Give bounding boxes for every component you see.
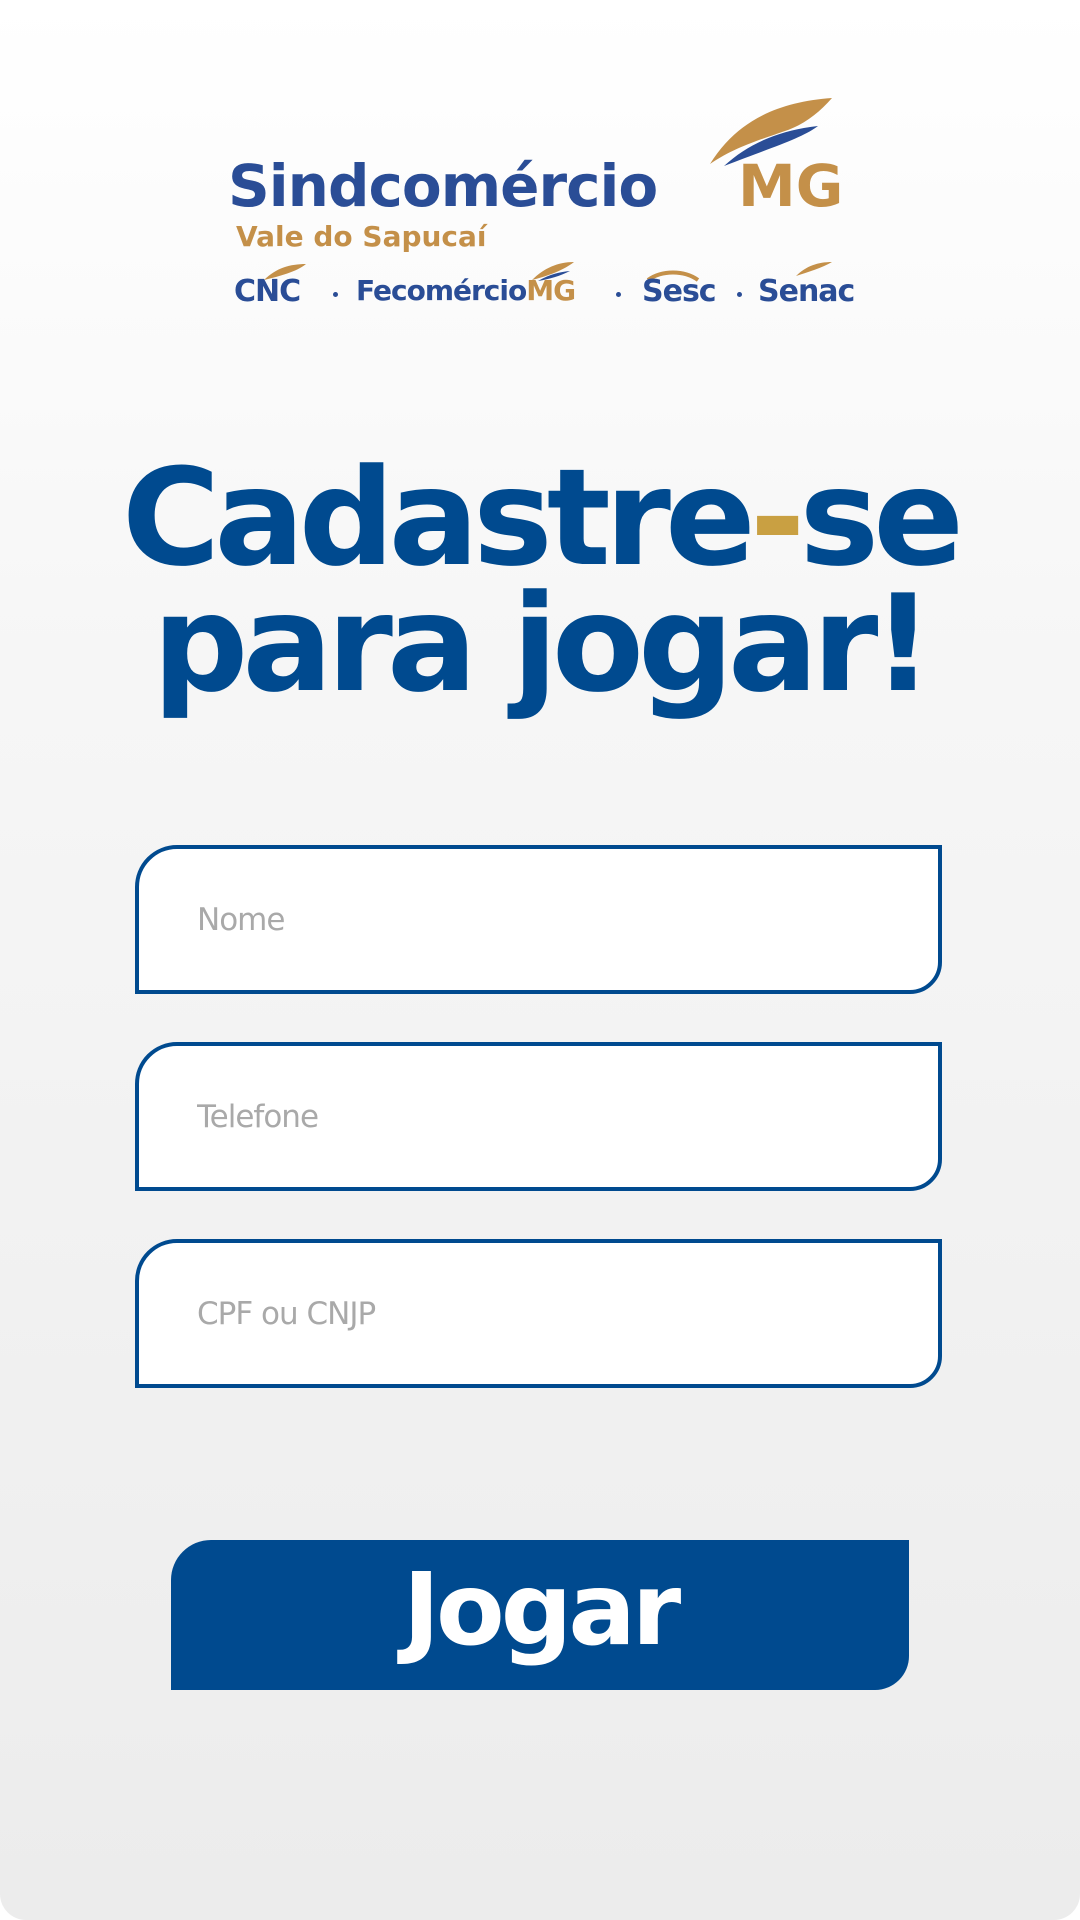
title-line-1: Cadastre-se: [121, 440, 964, 596]
page-title: Cadastre-se para jogar!: [0, 440, 1080, 722]
brand-name: Sindcomércio: [228, 152, 658, 220]
name-input[interactable]: [139, 849, 938, 990]
partner-separator: [737, 292, 742, 297]
partner-separator: [333, 292, 338, 297]
partner-senac: Senac: [758, 274, 855, 309]
play-button-label: Jogar: [402, 1550, 681, 1668]
partner-logos: CNC FecomércioMG Sesc Senac: [234, 262, 855, 318]
brand-region: Vale do Sapucaí: [236, 220, 487, 253]
play-button[interactable]: Jogar: [171, 1540, 909, 1690]
phone-field: [135, 1042, 942, 1191]
partner-sesc: Sesc: [642, 274, 717, 309]
sindcomercio-logo: Sindcomércio MG Vale do Sapucaí CNC Feco…: [228, 92, 858, 332]
title-line-2: para jogar!: [152, 566, 933, 722]
document-input[interactable]: [139, 1243, 938, 1384]
registration-screen: Sindcomércio MG Vale do Sapucaí CNC Feco…: [0, 0, 1080, 1920]
phone-input[interactable]: [139, 1046, 938, 1187]
name-field: [135, 845, 942, 994]
brand-suffix: MG: [738, 152, 844, 220]
partner-separator: [616, 292, 621, 297]
fecomercio-wing-icon: [532, 262, 574, 281]
document-field: [135, 1239, 942, 1388]
partner-cnc: CNC: [234, 274, 301, 309]
